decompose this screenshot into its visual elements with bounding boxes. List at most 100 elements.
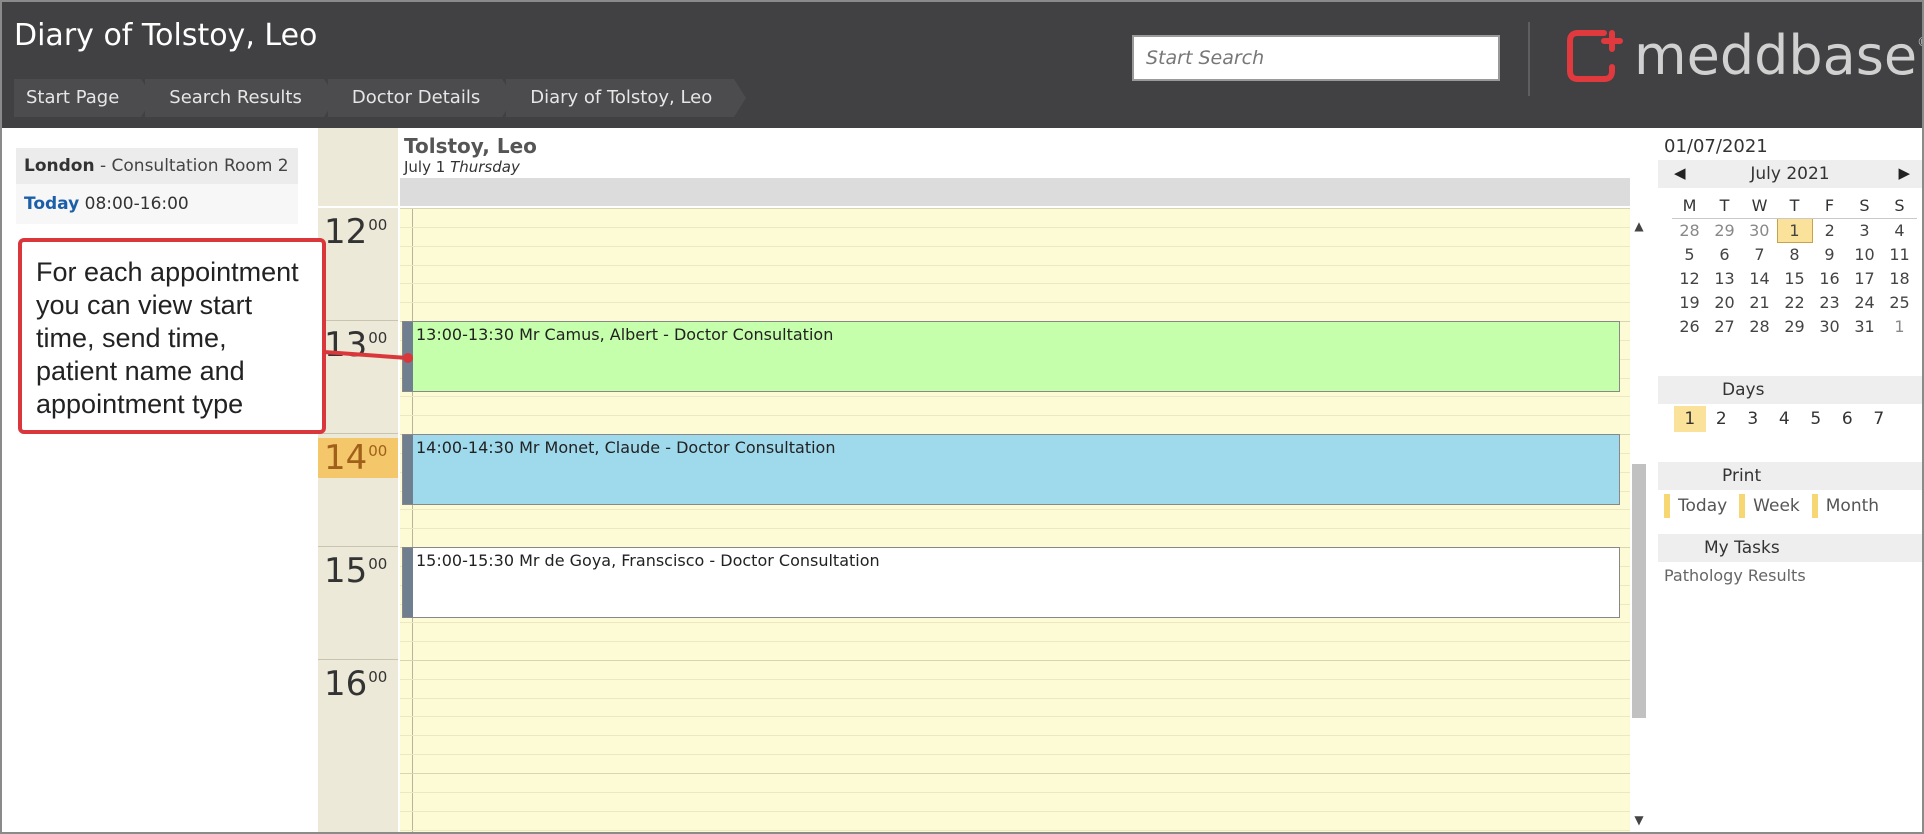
calendar-day[interactable]: 6 [1707,242,1742,266]
print-option-month[interactable]: Month [1811,494,1879,518]
print-option-today[interactable]: Today [1664,494,1727,518]
calendar-day[interactable]: 4 [1882,218,1917,242]
logo-text: meddbase [1634,24,1918,87]
calendar-day[interactable]: 21 [1742,290,1777,314]
appointment-status-strip [403,548,413,617]
slot-line [400,283,1630,284]
calendar-day[interactable]: 31 [1847,314,1882,338]
calendar-day[interactable]: 13 [1707,266,1742,290]
days-option[interactable]: 3 [1737,406,1769,432]
calendar-day[interactable]: 16 [1812,266,1847,290]
slot-line [400,716,1630,717]
calendar-day[interactable]: 17 [1847,266,1882,290]
meddbase-logo[interactable]: meddbase ® [1564,24,1922,87]
calendar-day-selected[interactable]: 1 [1776,217,1813,243]
calendar-day[interactable]: 28 [1672,218,1707,242]
calendar-week-row: 28 29 30 1 2 3 4 [1672,217,1917,243]
days-option[interactable]: 1 [1674,406,1706,432]
calendar-day[interactable]: 9 [1812,242,1847,266]
calendar-week-row: 26 27 28 29 30 31 1 [1672,314,1917,338]
hour-divider [318,433,398,434]
app-window: Diary of Tolstoy, Leo Start Page Search … [0,0,1924,834]
calendar-day[interactable]: 18 [1882,266,1917,290]
calendar-day[interactable]: 5 [1672,242,1707,266]
calendar-week-row: 19 20 21 22 23 24 25 [1672,290,1917,314]
breadcrumb-doctor-details[interactable]: Doctor Details [327,79,515,117]
appointment[interactable]: 14:00-14:30 Mr Monet, Claude - Doctor Co… [402,434,1620,505]
calendar-day[interactable]: 27 [1707,314,1742,338]
all-day-bar[interactable] [400,178,1630,206]
hour-label: 1600 [324,664,387,704]
page-title: Diary of Tolstoy, Leo [14,18,318,53]
calendar-day[interactable]: 2 [1812,218,1847,242]
days-option[interactable]: 5 [1800,406,1832,432]
calendar-day[interactable]: 12 [1672,266,1707,290]
calendar-day[interactable]: 10 [1847,242,1882,266]
appointment[interactable]: 13:00-13:30 Mr Camus, Albert - Doctor Co… [402,321,1620,392]
calendar-day[interactable]: 24 [1847,290,1882,314]
calendar-day[interactable]: 29 [1777,314,1812,338]
breadcrumb-search-results[interactable]: Search Results [145,79,336,117]
hour-value: 13 [324,325,368,365]
calendar-day[interactable]: 22 [1777,290,1812,314]
days-option[interactable]: 6 [1832,406,1864,432]
day-date: July 1 Thursday [404,158,520,176]
calendar-day[interactable]: 28 [1742,314,1777,338]
hour-minutes: 00 [368,329,388,347]
calendar-day[interactable]: 25 [1882,290,1917,314]
days-selector: 1234567 [1674,406,1895,432]
doctor-name: Tolstoy, Leo [404,134,537,158]
diary-calendar: Tolstoy, Leo July 1 Thursday 1200 1300 140… [318,128,1648,832]
calendar-day[interactable]: 7 [1742,242,1777,266]
appointment-text: 13:00-13:30 Mr Camus, Albert - Doctor Co… [416,325,834,344]
time-grid: 1200 1300 1400 1500 1600 13:00-13:30 Mr Camu… [318,208,1648,832]
calendar-day[interactable]: 1 [1882,314,1917,338]
calendar-day[interactable]: 15 [1777,266,1812,290]
day-column[interactable]: 13:00-13:30 Mr Camus, Albert - Doctor Co… [400,208,1630,832]
hour-divider [318,659,398,660]
calendar-day[interactable]: 26 [1672,314,1707,338]
scroll-down-arrow-icon[interactable]: ▼ [1630,812,1648,828]
breadcrumb-diary[interactable]: Diary of Tolstoy, Leo [506,79,747,117]
calendar-day[interactable]: 3 [1847,218,1882,242]
logo-mark-icon [1567,30,1623,82]
appointment[interactable]: 15:00-15:30 Mr de Goya, Franscisco - Doc… [402,547,1620,618]
calendar-week-row: 12 13 14 15 16 17 18 [1672,266,1917,290]
weekday-label: F [1812,194,1847,219]
scroll-thumb[interactable] [1632,464,1646,718]
next-month-icon[interactable]: ▶ [1898,164,1910,182]
location-row: London - Consultation Room 2 [16,148,298,184]
calendar-day[interactable]: 8 [1777,242,1812,266]
breadcrumb-start-page[interactable]: Start Page [14,79,154,117]
left-panel: London - Consultation Room 2 Today 08:00… [16,148,298,224]
month-navigator: ◀ July 2021 ▶ [1658,160,1922,188]
calendar-day[interactable]: 23 [1812,290,1847,314]
search-input[interactable] [1132,35,1500,81]
slot-line [400,735,1630,736]
days-option[interactable]: 4 [1769,406,1801,432]
appointment-status-strip [403,322,413,391]
weekday-label: T [1707,194,1742,219]
calendar-day[interactable]: 30 [1742,218,1777,242]
calendar-day[interactable]: 20 [1707,290,1742,314]
calendar-day[interactable]: 29 [1707,218,1742,242]
breadcrumb: Start Page Search Results Doctor Details… [14,79,747,117]
calendar-day[interactable]: 30 [1812,314,1847,338]
calendar-day[interactable]: 14 [1742,266,1777,290]
days-option[interactable]: 2 [1706,406,1738,432]
weekday-header-row: MTWTFSS [1672,194,1917,219]
day-date-text: July 1 [404,158,446,176]
weekday-label: W [1742,194,1777,219]
today-hours: 08:00-16:00 [79,194,189,214]
diary-scrollbar[interactable]: ▲ ▼ [1630,208,1648,832]
my-tasks-heading: My Tasks [1658,534,1922,562]
slot-line [400,208,1630,209]
task-pathology-results[interactable]: Pathology Results [1664,566,1806,585]
slot-line [400,265,1630,266]
slot-line [400,679,1630,680]
days-option[interactable]: 7 [1863,406,1895,432]
scroll-up-arrow-icon[interactable]: ▲ [1630,218,1648,234]
print-option-week[interactable]: Week [1739,494,1800,518]
calendar-day[interactable]: 11 [1882,242,1917,266]
calendar-day[interactable]: 19 [1672,290,1707,314]
